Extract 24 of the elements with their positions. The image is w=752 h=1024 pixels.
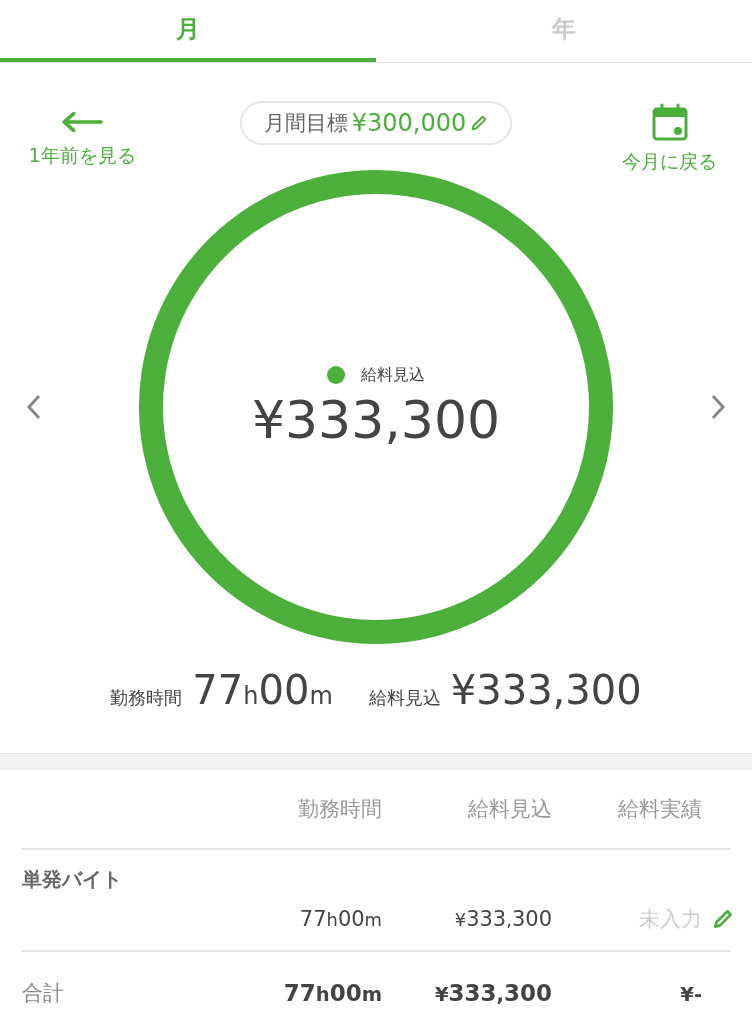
goal-button[interactable]: 月間目標 ¥300,000 (239, 101, 513, 145)
legend-label: 給料見込 (361, 364, 425, 386)
group-name: 単発バイト (22, 867, 122, 891)
table-cell-text: 77h00m (298, 907, 382, 931)
column-header: 給料見込 (467, 796, 552, 823)
table-cell-text: ¥333,300 (453, 907, 552, 931)
hours-label: 勤務時間 (110, 686, 183, 710)
column-header: 給料実績 (617, 796, 702, 823)
total-label: 合計 (22, 980, 65, 1007)
salary-label: 給料見込 (368, 686, 441, 710)
legend-dot (327, 366, 345, 384)
table-cell-text: 77h00m (282, 980, 382, 1006)
calendar-icon[interactable] (650, 103, 690, 143)
today-link[interactable]: 今月に戻る (622, 149, 718, 175)
pencil-icon[interactable] (712, 908, 734, 930)
salary-value: ¥333,300 (450, 667, 642, 713)
back-arrow-icon[interactable] (61, 111, 103, 133)
column-header: 勤務時間 (297, 796, 382, 823)
table-cell-text: ¥- (679, 982, 702, 1006)
pencil-icon (470, 114, 489, 132)
salary-amount: ¥333,300 (251, 389, 501, 450)
hours-value: 77h00m (192, 667, 333, 713)
back-link[interactable]: 1年前を見る (28, 143, 136, 169)
table-cell-text: ¥333,300 (433, 980, 552, 1006)
